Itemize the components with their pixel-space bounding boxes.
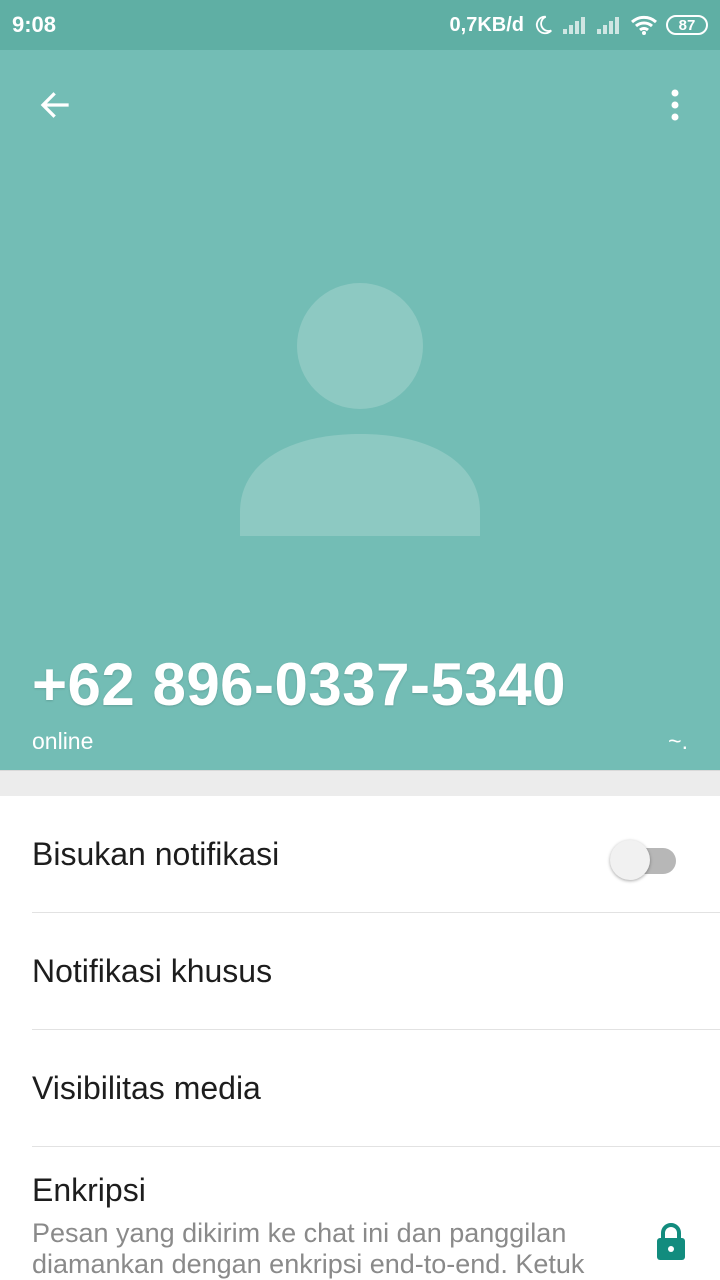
arrow-left-icon xyxy=(37,87,73,128)
mute-notifications-label: Bisukan notifikasi xyxy=(32,836,280,872)
encryption-description: Pesan yang dikirim ke chat ini dan pangg… xyxy=(32,1218,585,1279)
more-options-button[interactable] xyxy=(650,82,700,132)
contact-online-status: online xyxy=(32,728,94,754)
section-divider xyxy=(0,770,720,796)
contact-phone-number: +62 896-0337-5340 xyxy=(32,651,566,718)
status-time: 9:08 xyxy=(12,12,57,37)
battery-icon: 87 xyxy=(666,15,708,35)
lock-icon xyxy=(655,1222,687,1267)
custom-notifications-row[interactable]: Notifikasi khusus xyxy=(0,913,720,1030)
avatar-placeholder-icon xyxy=(238,282,482,543)
back-button[interactable] xyxy=(30,82,80,132)
contact-header: +62 896-0337-5340 online ~. xyxy=(0,50,720,770)
mute-notifications-row[interactable]: Bisukan notifikasi xyxy=(0,796,720,913)
media-visibility-label: Visibilitas media xyxy=(32,1070,261,1106)
status-bar: 9:08 0,7KB/d 87 xyxy=(0,0,720,50)
signal-icon xyxy=(596,15,622,35)
network-speed: 0,7KB/d xyxy=(449,13,524,36)
status-icons: 0,7KB/d 87 xyxy=(450,14,708,37)
custom-notifications-label: Notifikasi khusus xyxy=(32,953,273,989)
mute-notifications-toggle[interactable] xyxy=(610,836,676,880)
signal-icon xyxy=(562,15,588,35)
toggle-thumb xyxy=(610,840,650,880)
wifi-icon xyxy=(630,14,658,36)
media-visibility-row[interactable]: Visibilitas media xyxy=(0,1030,720,1147)
more-vertical-icon xyxy=(669,87,681,128)
moon-icon xyxy=(532,14,554,36)
contact-push-name: ~. xyxy=(668,728,688,754)
row-divider xyxy=(32,1146,720,1147)
encryption-title: Enkripsi xyxy=(32,1172,146,1208)
